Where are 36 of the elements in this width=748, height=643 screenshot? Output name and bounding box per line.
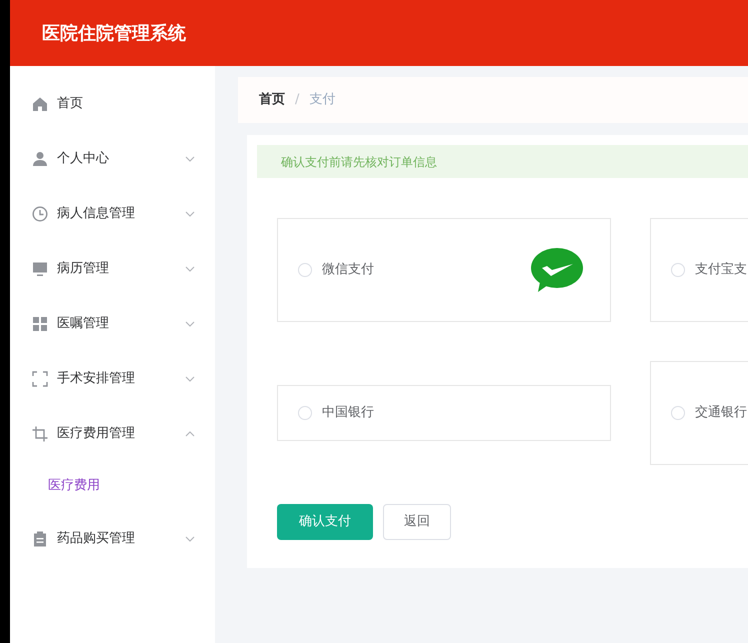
breadcrumb-current: 支付 [309,91,336,110]
payment-option[interactable]: 中国银行 [277,385,611,441]
sidebar-item[interactable]: 医疗费用管理 [10,406,215,461]
sidebar-item[interactable]: 首页 [10,76,215,131]
option-label: 支付宝支 [695,261,748,280]
monitor-icon [32,260,48,276]
sidebar-item[interactable]: 病历管理 [10,241,215,296]
radio-button[interactable] [671,263,685,277]
sidebar-item[interactable]: 手术安排管理 [10,351,215,406]
frame-icon [32,370,48,386]
option-label: 微信支付 [322,261,375,280]
back-button[interactable]: 返回 [383,504,451,540]
chat-bubble-check-icon [530,246,584,294]
sidebar-item[interactable]: 个人中心 [10,131,215,186]
app-title: 医院住院管理系统 [42,22,186,46]
sidebar-item[interactable]: 医嘱管理 [10,296,215,351]
radio-button[interactable] [298,406,312,420]
radio-button[interactable] [298,263,312,277]
breadcrumb-link[interactable]: 首页 [259,90,285,110]
grid-icon [32,316,48,332]
crop-icon [32,426,48,442]
user-icon [32,150,48,166]
clipboard-icon [32,530,48,546]
sidebar-item[interactable]: 病人信息管理 [10,186,215,241]
option-label: 中国银行 [322,404,375,422]
sidebar-item[interactable]: 药品购买管理 [10,511,215,566]
submenu-item[interactable]: 医疗费用 [10,461,215,511]
info-alert: 确认支付前请先核对订单信息 [257,145,748,178]
payment-option[interactable]: 交通银行 [650,361,748,465]
option-label: 交通银行 [695,404,748,422]
clock-icon [32,206,48,222]
home-icon [32,96,48,112]
payment-option[interactable]: 支付宝支 [650,218,748,322]
radio-button[interactable] [671,406,685,420]
payment-option[interactable]: 微信支付 [277,218,611,322]
breadcrumb-separator: / [295,91,300,110]
